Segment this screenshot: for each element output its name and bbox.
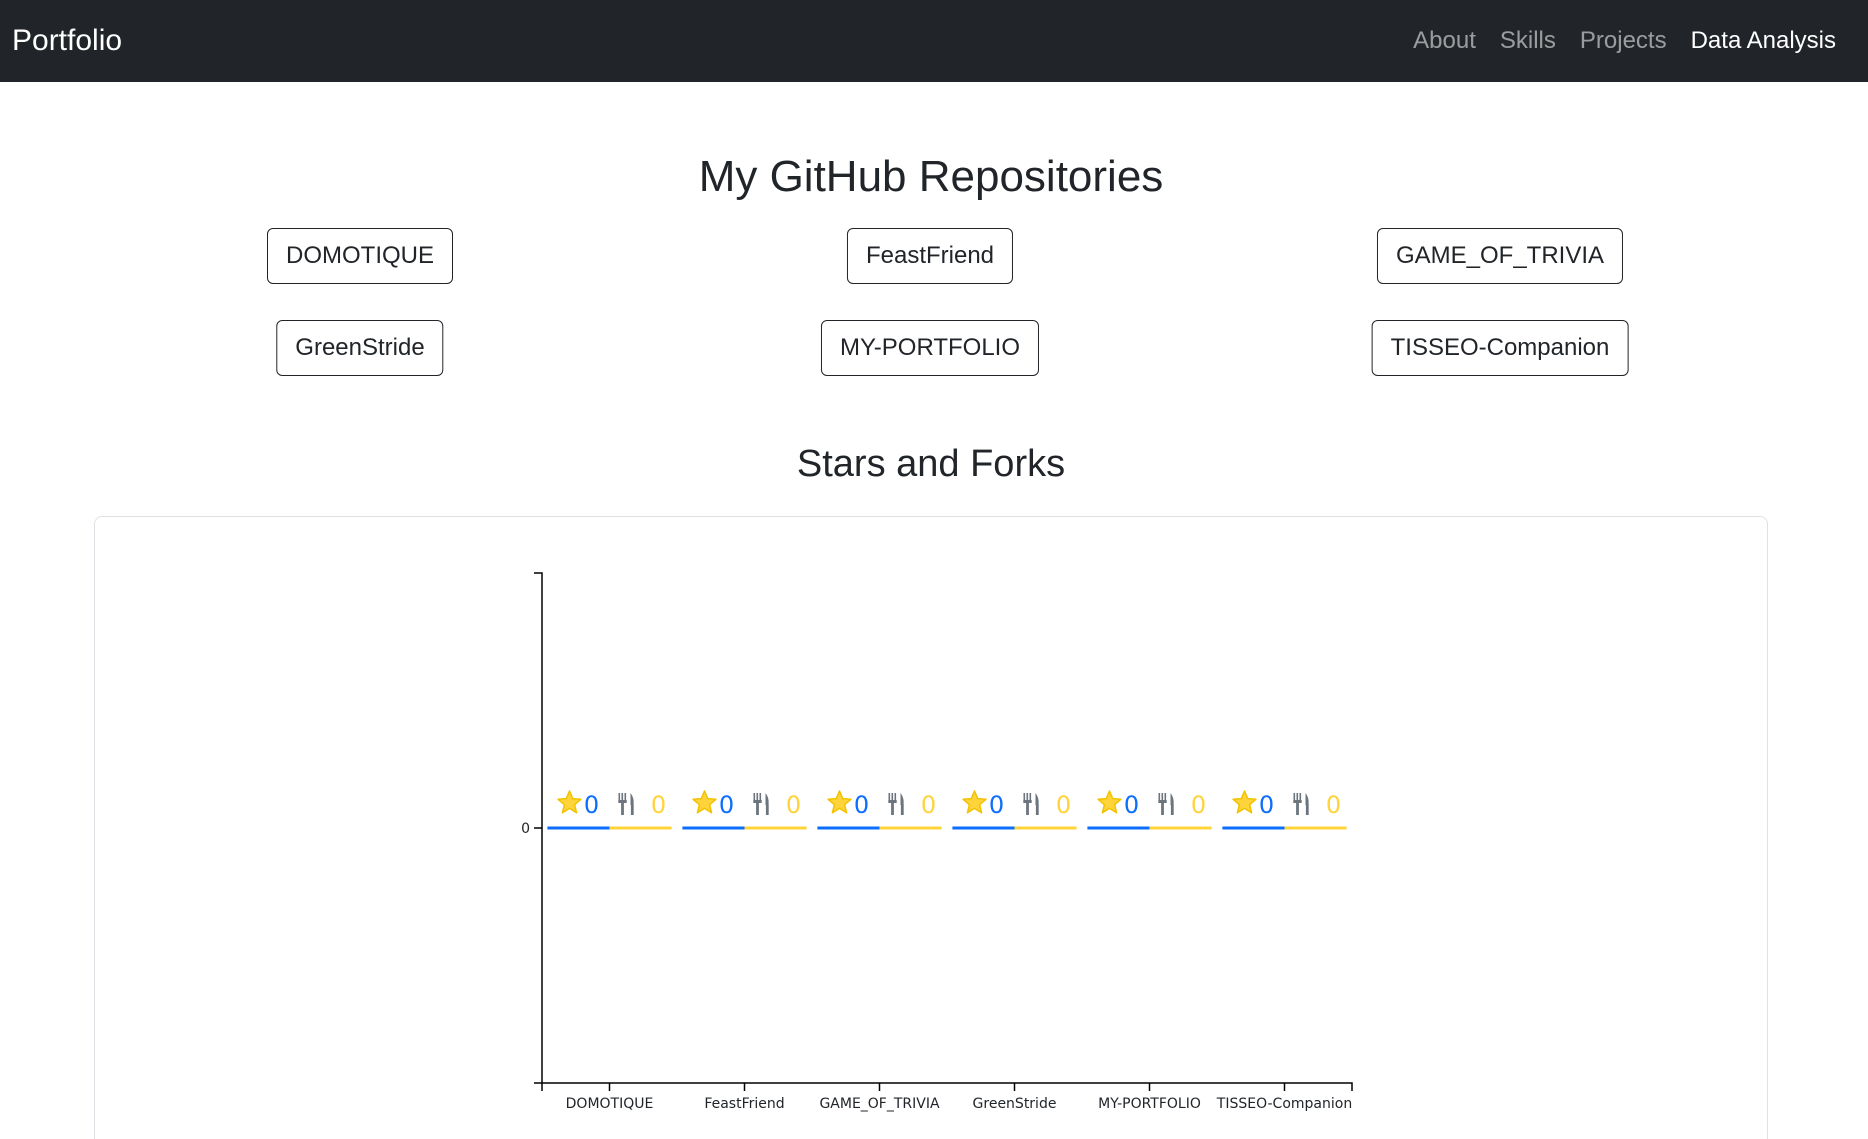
forks-count-label: 0: [1326, 791, 1341, 819]
forks-count-label: 0: [1191, 791, 1206, 819]
fork-knife-icon: [753, 793, 769, 815]
x-tick-label: GreenStride: [973, 1096, 1057, 1112]
stars-count-label: 0: [719, 791, 734, 819]
repo-row: GreenStride MY-PORTFOLIO TISSEO-Companio…: [0, 320, 1862, 412]
forks-count-label: 0: [921, 791, 936, 819]
x-tick-label: MY-PORTFOLIO: [1098, 1096, 1201, 1112]
chart-section-title: Stars and Forks: [796, 443, 1066, 485]
repo-button-domotique[interactable]: DOMOTIQUE: [267, 228, 453, 284]
bar-stars-3: [952, 826, 1015, 830]
forks-count-label: 0: [651, 791, 666, 819]
bar-stars-1: [682, 826, 745, 830]
bar-stars-2: [817, 826, 880, 830]
forks-count-label: 0: [1056, 791, 1071, 819]
x-tick-label: FeastFriend: [704, 1096, 784, 1112]
chart-card: 0 0 0 0 0 0 0 0 0 0 0 0 0 DOMOTIQUE FeastFriend GAME_OF…: [94, 516, 1768, 1139]
stars-count-label: 0: [1259, 791, 1274, 819]
star-icon: [557, 790, 582, 814]
stars-forks-chart: 0 0 0 0 0 0 0 0 0 0 0 0 0 DOMOTIQUE FeastFriend GAME_OF…: [521, 572, 1353, 1112]
x-tick-label: GAME_OF_TRIVIA: [819, 1096, 940, 1112]
x-tick-label: TISSEO-Companion: [1216, 1096, 1352, 1112]
fork-knife-icon: [1158, 793, 1174, 815]
bar-forks-0: [609, 826, 672, 830]
bar-forks-1: [744, 826, 807, 830]
nav-link-data-analysis[interactable]: Data Analysis: [1691, 27, 1836, 55]
star-icon: [827, 790, 852, 814]
nav-link-skills[interactable]: Skills: [1500, 27, 1556, 55]
fork-knife-icon: [1023, 793, 1039, 815]
repo-button-game-of-trivia[interactable]: GAME_OF_TRIVIA: [1376, 228, 1624, 284]
bar-stars-0: [547, 826, 610, 830]
x-tick-label: DOMOTIQUE: [566, 1096, 654, 1112]
stars-count-label: 0: [989, 791, 1004, 819]
navbar: Portfolio About Skills Projects Data Ana…: [0, 0, 1868, 82]
star-icon: [1232, 790, 1257, 814]
repo-button-tisseo-companion[interactable]: TISSEO-Companion: [1371, 320, 1629, 376]
forks-count-label: 0: [786, 791, 801, 819]
repo-button-grid: DOMOTIQUE FeastFriend GAME_OF_TRIVIA Gre…: [0, 228, 1862, 412]
bar-stars-5: [1222, 826, 1285, 830]
bar-forks-4: [1149, 826, 1212, 830]
page-title: My GitHub Repositories: [698, 152, 1164, 201]
brand-logo[interactable]: Portfolio: [12, 24, 122, 58]
bar-forks-3: [1014, 826, 1077, 830]
stars-count-label: 0: [854, 791, 869, 819]
repo-row: DOMOTIQUE FeastFriend GAME_OF_TRIVIA: [0, 228, 1862, 320]
repo-button-greenstride[interactable]: GreenStride: [276, 320, 444, 376]
bar-forks-5: [1284, 826, 1347, 830]
bar-forks-2: [879, 826, 942, 830]
y-tick-label: 0: [521, 821, 530, 837]
fork-knife-icon: [888, 793, 904, 815]
stars-count-label: 0: [584, 791, 599, 819]
star-icon: [962, 790, 987, 814]
nav-link-projects[interactable]: Projects: [1580, 27, 1667, 55]
fork-knife-icon: [618, 793, 634, 815]
repo-button-my-portfolio[interactable]: MY-PORTFOLIO: [820, 320, 1040, 376]
repo-button-feastfriend[interactable]: FeastFriend: [846, 228, 1014, 284]
x-axis: [541, 1082, 1353, 1091]
star-icon: [692, 790, 717, 814]
bar-stars-4: [1087, 826, 1150, 830]
star-icon: [1097, 790, 1122, 814]
stars-count-label: 0: [1124, 791, 1139, 819]
fork-knife-icon: [1293, 793, 1309, 815]
nav-links: About Skills Projects Data Analysis: [1413, 27, 1836, 55]
nav-link-about[interactable]: About: [1413, 27, 1476, 55]
